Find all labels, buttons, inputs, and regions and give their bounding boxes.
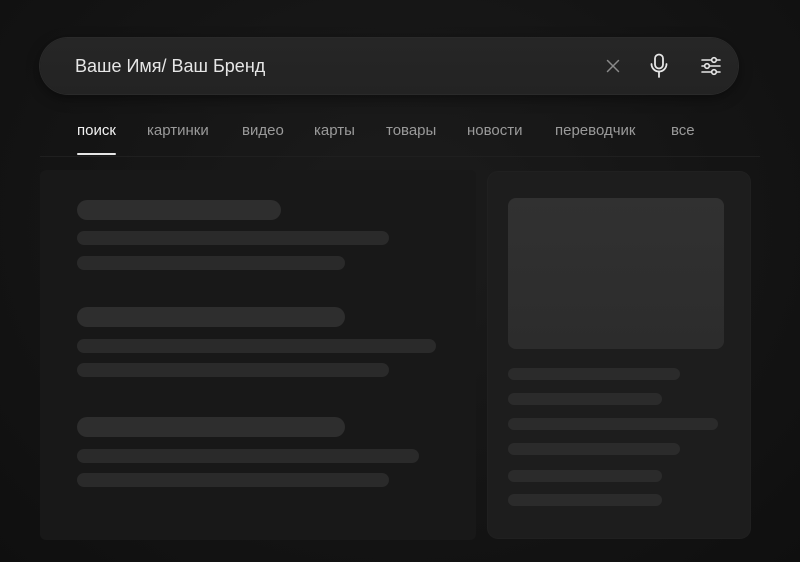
search-input[interactable]	[75, 38, 515, 94]
result-snippet-placeholder	[77, 473, 389, 487]
close-icon	[606, 59, 620, 73]
tab-label: переводчик	[555, 122, 636, 139]
tab-maps[interactable]: карты	[314, 118, 355, 156]
image-placeholder	[508, 198, 724, 349]
tab-search[interactable]: поиск	[77, 118, 116, 156]
result-snippet-placeholder	[77, 449, 419, 463]
result-title-placeholder	[77, 307, 345, 327]
tab-label: поиск	[77, 122, 116, 139]
panel-text-placeholder	[508, 393, 662, 405]
panel-text-placeholder	[508, 494, 662, 506]
panel-text-placeholder	[508, 470, 662, 482]
search-results-skeleton	[40, 170, 476, 540]
tab-translator[interactable]: переводчик	[555, 118, 635, 156]
search-bar[interactable]	[40, 38, 738, 94]
tab-news[interactable]: новости	[467, 118, 523, 156]
result-snippet-placeholder	[77, 256, 345, 270]
result-snippet-placeholder	[77, 339, 436, 353]
tab-all[interactable]: все	[671, 118, 695, 156]
result-title-placeholder	[77, 200, 281, 220]
tab-label: видео	[242, 122, 284, 139]
sliders-icon	[701, 56, 721, 76]
search-page: поиск картинки видео карты товары новост…	[0, 0, 800, 562]
result-title-placeholder	[77, 417, 345, 437]
tabs-divider	[40, 156, 760, 157]
tab-label: картинки	[147, 122, 209, 139]
knowledge-panel-skeleton	[488, 172, 750, 538]
panel-text-placeholder	[508, 368, 680, 380]
result-snippet-placeholder	[77, 363, 389, 377]
clear-search-button[interactable]	[599, 52, 627, 80]
tab-label: все	[671, 122, 695, 139]
tab-label: новости	[467, 122, 523, 139]
tab-label: карты	[314, 122, 355, 139]
search-settings-button[interactable]	[697, 52, 725, 80]
tab-video[interactable]: видео	[242, 118, 284, 156]
tab-images[interactable]: картинки	[147, 118, 209, 156]
tab-label: товары	[386, 122, 437, 139]
result-snippet-placeholder	[77, 231, 389, 245]
panel-text-placeholder	[508, 443, 680, 455]
tab-products[interactable]: товары	[386, 118, 436, 156]
active-tab-indicator	[77, 153, 116, 155]
panel-text-placeholder	[508, 418, 718, 430]
voice-search-button[interactable]	[645, 52, 673, 80]
microphone-icon	[650, 53, 668, 78]
